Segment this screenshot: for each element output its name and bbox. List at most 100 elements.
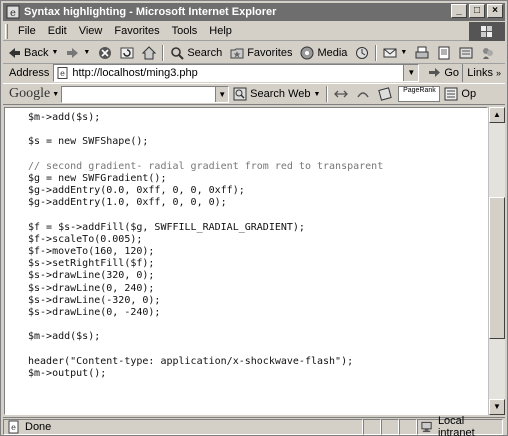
chevron-down-icon[interactable]: ▼ [52, 91, 59, 98]
chevron-down-icon[interactable]: ▼ [400, 49, 407, 56]
minimize-button[interactable]: _ [451, 4, 467, 18]
code-line: $g->addEntry(0.0, 0xff, 0, 0, 0xff); [28, 185, 245, 197]
menu-favorites[interactable]: Favorites [108, 25, 165, 37]
messenger-button[interactable] [477, 43, 499, 63]
media-label: Media [317, 46, 348, 59]
menu-edit[interactable]: Edit [42, 25, 73, 37]
code-comment-line: // second gradient- radial gradient from… [28, 160, 384, 172]
history-icon [356, 46, 369, 59]
menu-view[interactable]: View [73, 25, 109, 37]
google-logo[interactable]: Google [9, 86, 50, 102]
back-arrow-icon [9, 47, 20, 58]
scroll-down-button[interactable]: ▼ [489, 399, 505, 415]
code-line: $s->drawLine(320, 0); [28, 270, 155, 282]
options-icon [444, 87, 458, 101]
google-highlight-button[interactable] [352, 84, 374, 104]
links-label: Links [467, 67, 493, 79]
google-news-button[interactable] [374, 84, 396, 104]
page-icon: e [57, 67, 68, 79]
svg-text:e: e [60, 69, 65, 78]
forward-arrow-icon [67, 47, 79, 58]
media-button[interactable]: Media [296, 43, 351, 63]
vertical-scrollbar[interactable]: ▲ ▼ [488, 107, 505, 415]
title-bar[interactable]: e Syntax highlighting - Microsoft Intern… [3, 3, 505, 21]
code-line: $s->drawLine(-320, 0); [28, 294, 161, 306]
close-button[interactable]: × [487, 4, 503, 18]
code-line: $g = new SWFGradient(); [28, 172, 167, 184]
go-arrow-icon [429, 68, 441, 77]
code-line: $f->scaleTo(0.005); [28, 233, 143, 245]
windows-logo [469, 22, 505, 41]
google-search-input[interactable]: ▼ [61, 85, 230, 103]
windows-flag-icon [481, 26, 492, 37]
highlight-icon [357, 92, 370, 98]
menu-tools[interactable]: Tools [166, 25, 204, 37]
address-input[interactable]: e http://localhost/ming3.php ▼ [53, 64, 420, 82]
search-icon [171, 46, 185, 60]
window-title: Syntax highlighting - Microsoft Internet… [24, 6, 277, 18]
code-line: $s->drawLine(0, -240); [28, 307, 161, 318]
home-button[interactable] [138, 43, 160, 63]
menu-file[interactable]: File [12, 25, 42, 37]
chevron-right-icon: » [495, 68, 501, 78]
favorites-label: Favorites [247, 46, 293, 59]
address-label: Address [9, 67, 50, 79]
stop-button[interactable] [94, 43, 116, 63]
code-line: $f = $s->addFill($g, SWFFILL_RADIAL_GRAD… [28, 221, 305, 233]
code-line: $m->add($s); [28, 112, 101, 123]
svg-text:e: e [11, 423, 16, 432]
code-line: $m->output(); [28, 367, 107, 379]
go-button[interactable]: Go [423, 66, 463, 80]
google-search-dropdown-icon[interactable]: ▼ [215, 86, 229, 102]
code-line: $s->drawLine(0, 240); [28, 282, 155, 294]
discuss-button[interactable] [455, 43, 477, 63]
edit-button[interactable] [433, 43, 455, 63]
mail-button[interactable]: ▼ [379, 43, 411, 63]
links-button[interactable]: Links » [462, 64, 505, 82]
security-zone-label: Local intranet [437, 414, 475, 436]
stop-icon [99, 46, 112, 59]
menubar-grip[interactable] [5, 23, 8, 39]
google-site-search-button[interactable] [330, 84, 352, 104]
status-cell [381, 418, 399, 435]
address-dropdown-icon[interactable]: ▼ [403, 65, 419, 81]
back-button[interactable]: Back ▼ [3, 43, 62, 63]
home-icon [142, 45, 157, 59]
chevron-down-icon[interactable]: ▼ [83, 49, 90, 56]
forward-button[interactable]: ▼ [62, 43, 94, 63]
svg-text:e: e [10, 8, 16, 19]
refresh-icon [120, 47, 134, 58]
code-line: $s = new SWFShape(); [28, 136, 149, 148]
menu-bar: File Edit View Favorites Tools Help [3, 22, 505, 41]
edit-page-icon [438, 46, 450, 59]
favorites-button[interactable]: Favorites [226, 43, 296, 63]
menu-help[interactable]: Help [203, 25, 238, 37]
status-bar: e Done Local intranet [3, 414, 505, 436]
search-web-label: Search Web [250, 88, 311, 100]
page-done-icon: e [8, 420, 19, 433]
chevron-down-icon[interactable]: ▼ [51, 49, 58, 56]
scroll-thumb[interactable] [489, 196, 505, 339]
browser-window: e Syntax highlighting - Microsoft Intern… [0, 0, 508, 436]
search-web-button[interactable]: Search Web ▼ [229, 84, 324, 104]
mail-icon [383, 48, 397, 57]
print-button[interactable] [411, 43, 433, 63]
pagerank-indicator[interactable]: PageRank [398, 86, 441, 102]
scroll-up-button[interactable]: ▲ [489, 107, 505, 123]
maximize-button[interactable]: □ [469, 4, 485, 18]
refresh-button[interactable] [116, 43, 138, 63]
search-web-icon [233, 87, 247, 101]
discuss-icon [459, 47, 473, 58]
history-button[interactable] [351, 43, 373, 63]
media-icon [300, 46, 314, 59]
chevron-down-icon[interactable]: ▼ [313, 91, 320, 98]
code-line: header("Content-type: application/x-shoc… [28, 355, 354, 367]
google-options-button[interactable]: Op [440, 84, 480, 104]
address-url[interactable]: http://localhost/ming3.php [72, 67, 197, 79]
code-line: $f->moveTo(160, 120); [28, 246, 155, 258]
search-button[interactable]: Search [166, 43, 226, 63]
toolbar-separator [375, 44, 378, 61]
